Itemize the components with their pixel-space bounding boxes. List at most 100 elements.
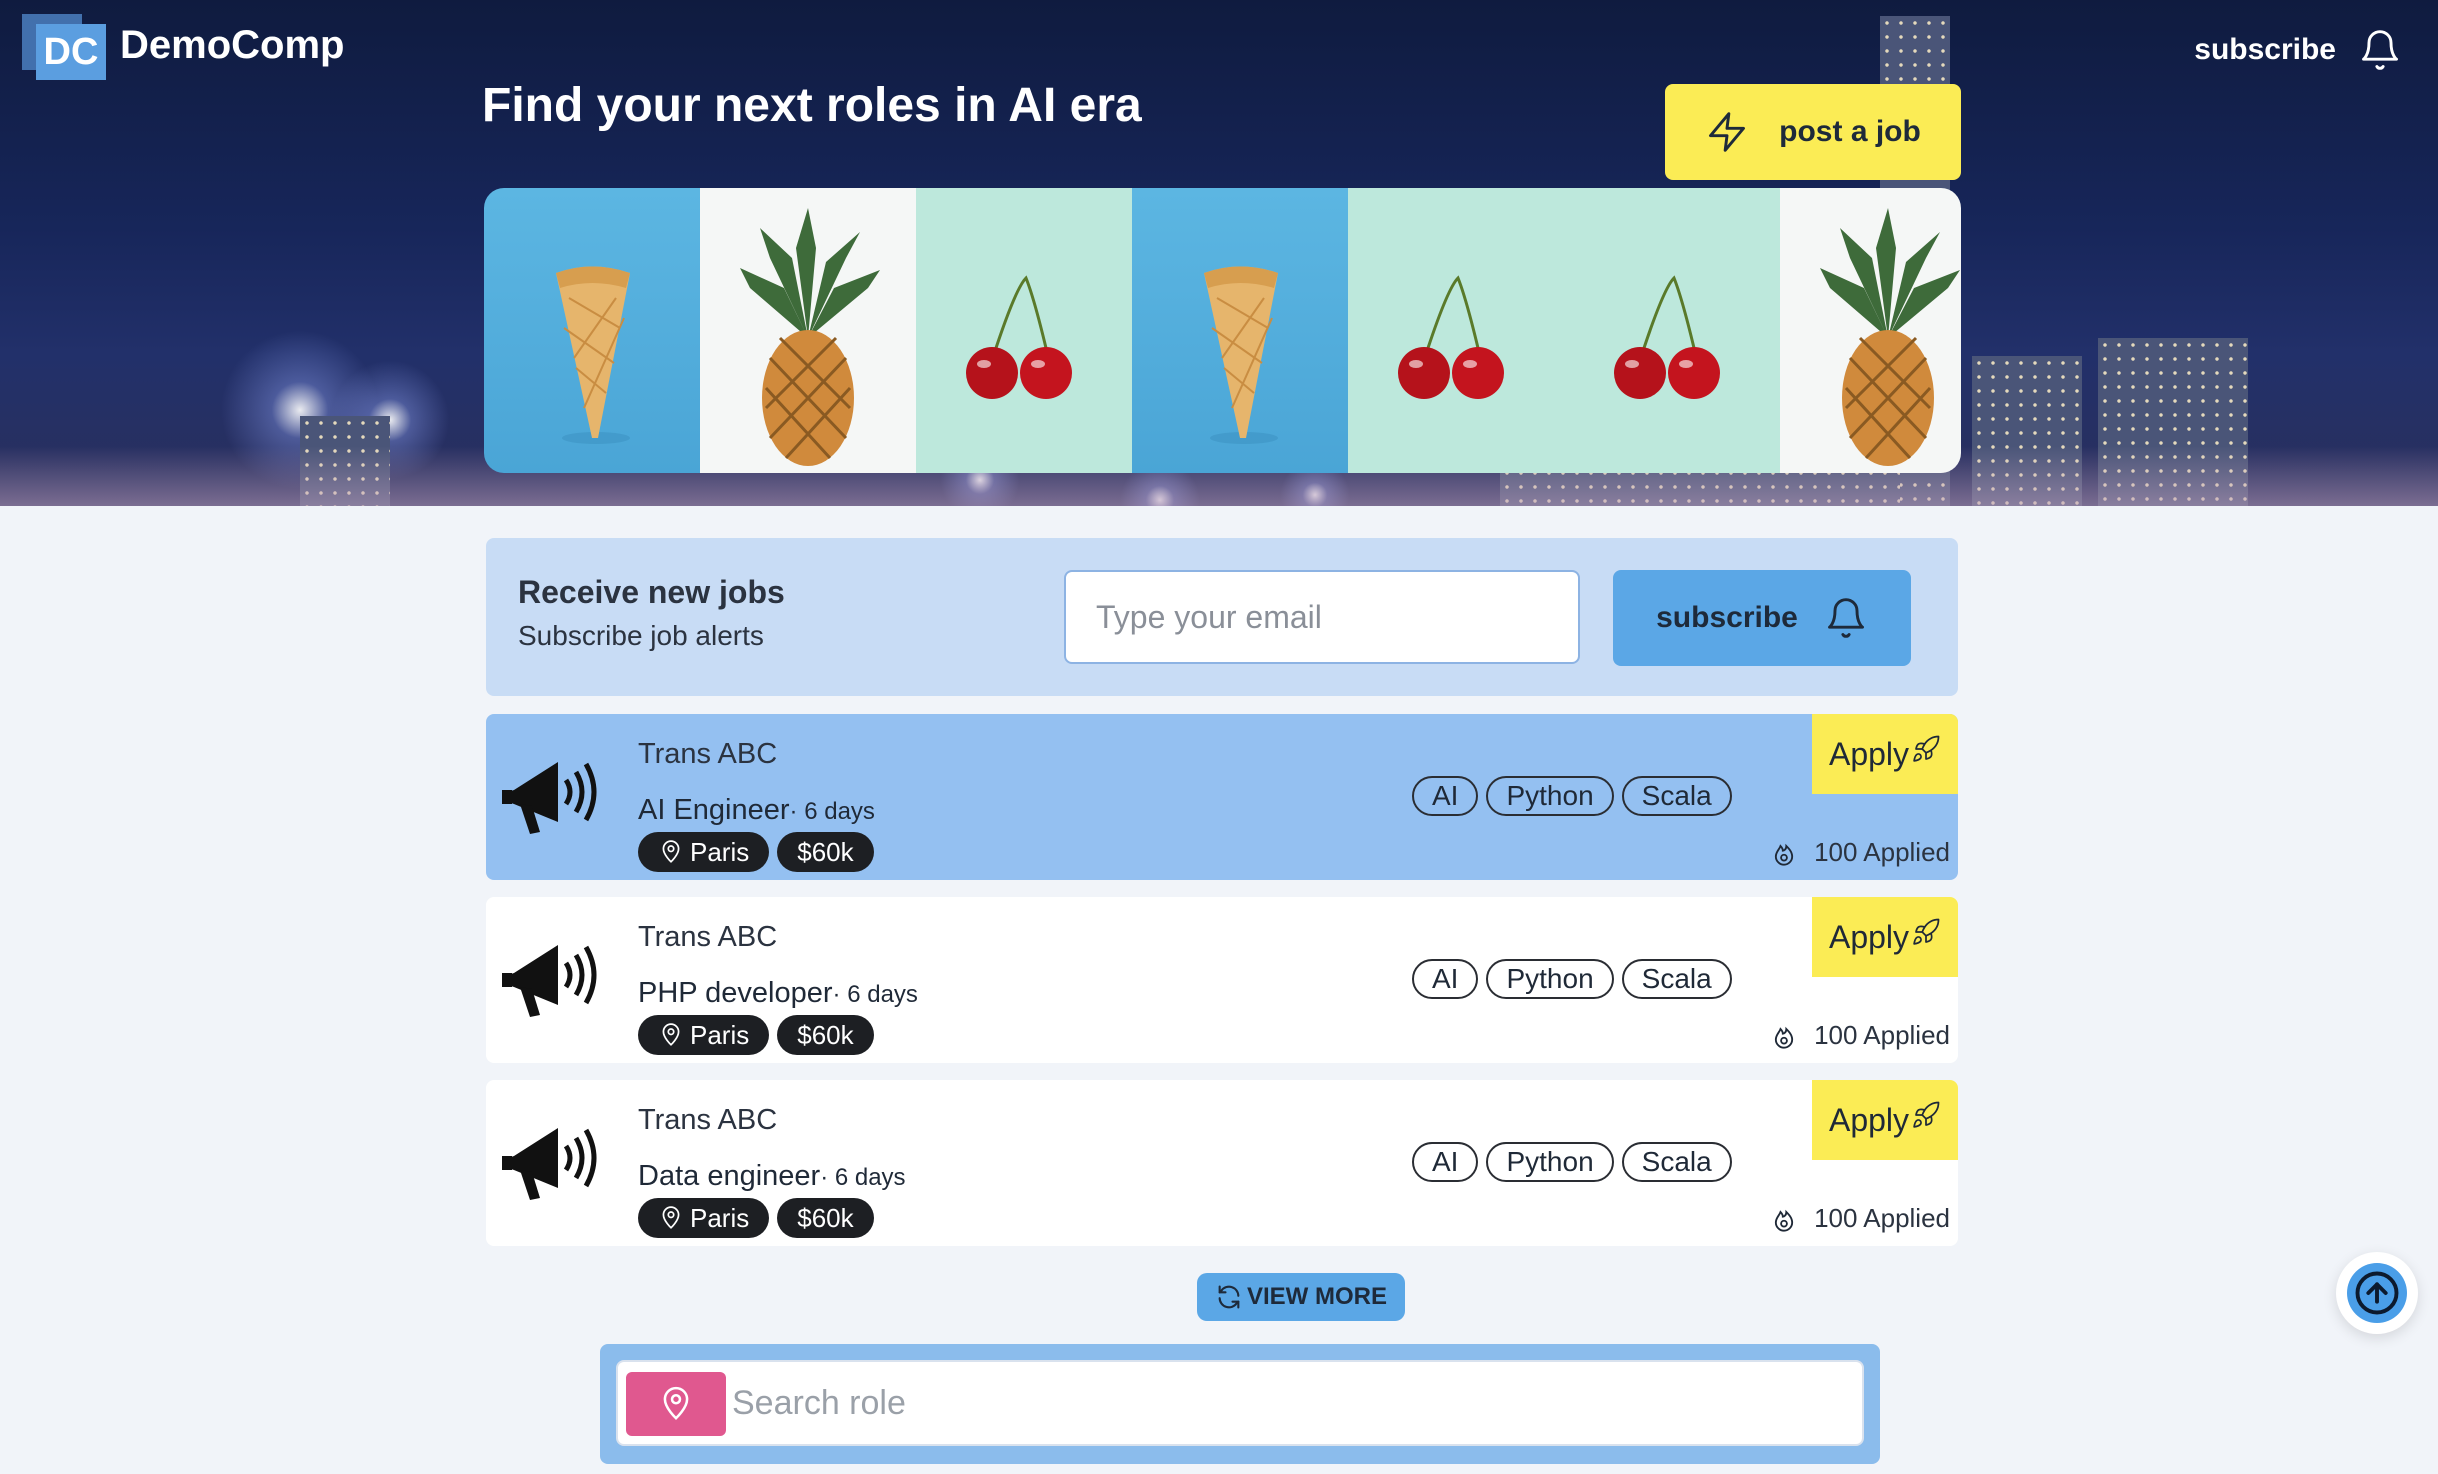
apply-button[interactable]: Apply	[1812, 714, 1958, 794]
post-job-label: post a job	[1779, 115, 1921, 148]
search-input[interactable]	[732, 1366, 1852, 1440]
refresh-icon	[1218, 1285, 1240, 1309]
apply-label: Apply	[1828, 735, 1910, 772]
applied-label: 100 Applied	[1814, 1020, 1950, 1050]
ice-cream-cone-image	[556, 266, 630, 444]
gallery-tile-cherries	[916, 188, 1132, 473]
location-pill: Paris	[638, 1198, 770, 1238]
skill-tags: AI Python Scala	[1412, 776, 1732, 816]
fire-icon	[1774, 1026, 1794, 1049]
megaphone-icon	[502, 1128, 597, 1200]
posted-age: · 6 days	[789, 798, 875, 825]
applied-label: 100 Applied	[1814, 1203, 1950, 1233]
fruit-gallery	[484, 188, 1961, 473]
header-subscribe-button[interactable]: subscribe	[2194, 28, 2402, 72]
skill-tag[interactable]: Scala	[1621, 1142, 1732, 1182]
job-alert-box: Receive new jobs Subscribe job alerts su…	[486, 538, 1958, 696]
ice-cream-cone-image	[1204, 266, 1278, 444]
location-pin-icon	[662, 1023, 680, 1046]
header-subscribe-label: subscribe	[2194, 33, 2336, 66]
view-more-button[interactable]: VIEW MORE	[1197, 1273, 1405, 1321]
rocket-icon	[1913, 1101, 1940, 1128]
logo-mark: DC	[22, 14, 108, 80]
job-card[interactable]: Trans ABC AI Engineer· 6 days Paris $60k…	[486, 714, 1958, 880]
skill-tag[interactable]: Scala	[1621, 776, 1732, 816]
search-field-wrapper	[616, 1360, 1864, 1446]
job-card[interactable]: Trans ABC PHP developer· 6 days Paris $6…	[486, 897, 1958, 1063]
skill-tags: AI Python Scala	[1412, 959, 1732, 999]
apply-button[interactable]: Apply	[1812, 1080, 1958, 1160]
brand-name: DemoComp	[120, 22, 345, 67]
view-more-label: VIEW MORE	[1246, 1283, 1387, 1310]
cherries-image	[1398, 275, 1504, 399]
gallery-tile-pineapple	[1780, 188, 1961, 473]
gallery-tile-ice-cream	[484, 188, 700, 473]
alert-subscribe-label: subscribe	[1656, 601, 1798, 634]
job-role[interactable]: AI Engineer· 6 days	[638, 794, 875, 827]
fire-icon	[1774, 1209, 1794, 1232]
gallery-tile-ice-cream	[1132, 188, 1348, 473]
post-job-button[interactable]: post a job	[1665, 84, 1961, 180]
pineapple-image	[1820, 208, 1960, 466]
company-name: Trans ABC	[638, 921, 778, 953]
apply-label: Apply	[1828, 918, 1910, 955]
location-pin-icon	[662, 1206, 680, 1229]
skill-tag[interactable]: Python	[1486, 776, 1614, 816]
rocket-icon	[1913, 735, 1940, 762]
hero-banner: DC DemoComp subscribe Find your next rol…	[0, 0, 2438, 506]
role-title: AI Engineer	[638, 794, 790, 826]
email-field[interactable]	[1064, 570, 1580, 664]
skill-tag[interactable]: AI	[1412, 959, 1479, 999]
skill-tag[interactable]: AI	[1412, 776, 1479, 816]
job-role[interactable]: Data engineer· 6 days	[638, 1160, 906, 1193]
page-title: Find your next roles in AI era	[482, 79, 1142, 132]
posted-age: · 6 days	[820, 1164, 906, 1191]
location-label: Paris	[690, 1202, 750, 1233]
alert-subscribe-button[interactable]: subscribe	[1613, 570, 1911, 666]
location-label: Paris	[690, 836, 750, 867]
location-pill: Paris	[638, 832, 770, 872]
applied-count: 100 Applied	[1770, 1020, 1950, 1051]
megaphone-icon	[502, 945, 597, 1017]
company-name: Trans ABC	[638, 738, 778, 770]
cherries-image	[966, 275, 1072, 399]
posted-age: · 6 days	[832, 981, 918, 1008]
arrow-up-circle-icon	[2355, 1271, 2399, 1315]
alert-subtitle: Subscribe job alerts	[518, 620, 764, 651]
location-label: Paris	[690, 1019, 750, 1050]
applied-count: 100 Applied	[1770, 837, 1950, 868]
fire-icon	[1774, 843, 1794, 866]
skill-tag[interactable]: AI	[1412, 1142, 1479, 1182]
alert-title: Receive new jobs	[518, 574, 785, 610]
location-pill: Paris	[638, 1015, 770, 1055]
skill-tag[interactable]: Python	[1486, 959, 1614, 999]
skill-tags: AI Python Scala	[1412, 1142, 1732, 1182]
location-pin-icon	[662, 840, 680, 863]
apply-label: Apply	[1828, 1101, 1910, 1138]
applied-count: 100 Applied	[1770, 1203, 1950, 1234]
gallery-tile-pineapple	[700, 188, 916, 473]
brand-logo[interactable]: DC DemoComp	[22, 14, 344, 80]
search-bar	[600, 1344, 1880, 1464]
gallery-tile-cherries	[1564, 188, 1780, 473]
bell-icon	[2362, 30, 2398, 70]
job-role[interactable]: PHP developer· 6 days	[638, 977, 918, 1010]
pineapple-image	[740, 208, 880, 466]
cherries-image	[1614, 275, 1720, 399]
role-title: PHP developer	[638, 977, 833, 1009]
scroll-to-top-button[interactable]	[2336, 1252, 2418, 1334]
salary-pill: $60k	[777, 1015, 874, 1055]
role-title: Data engineer	[638, 1160, 821, 1192]
skill-tag[interactable]: Python	[1486, 1142, 1614, 1182]
rocket-icon	[1913, 918, 1940, 945]
skill-tag[interactable]: Scala	[1621, 959, 1732, 999]
location-filter-button[interactable]	[626, 1372, 726, 1436]
company-name: Trans ABC	[638, 1104, 778, 1136]
bell-icon	[1827, 598, 1864, 638]
salary-pill: $60k	[777, 1198, 874, 1238]
applied-label: 100 Applied	[1814, 837, 1950, 867]
megaphone-icon	[502, 762, 597, 834]
apply-button[interactable]: Apply	[1812, 897, 1958, 977]
job-card[interactable]: Trans ABC Data engineer· 6 days Paris $6…	[486, 1080, 1958, 1246]
salary-label: $60k	[797, 1019, 854, 1050]
